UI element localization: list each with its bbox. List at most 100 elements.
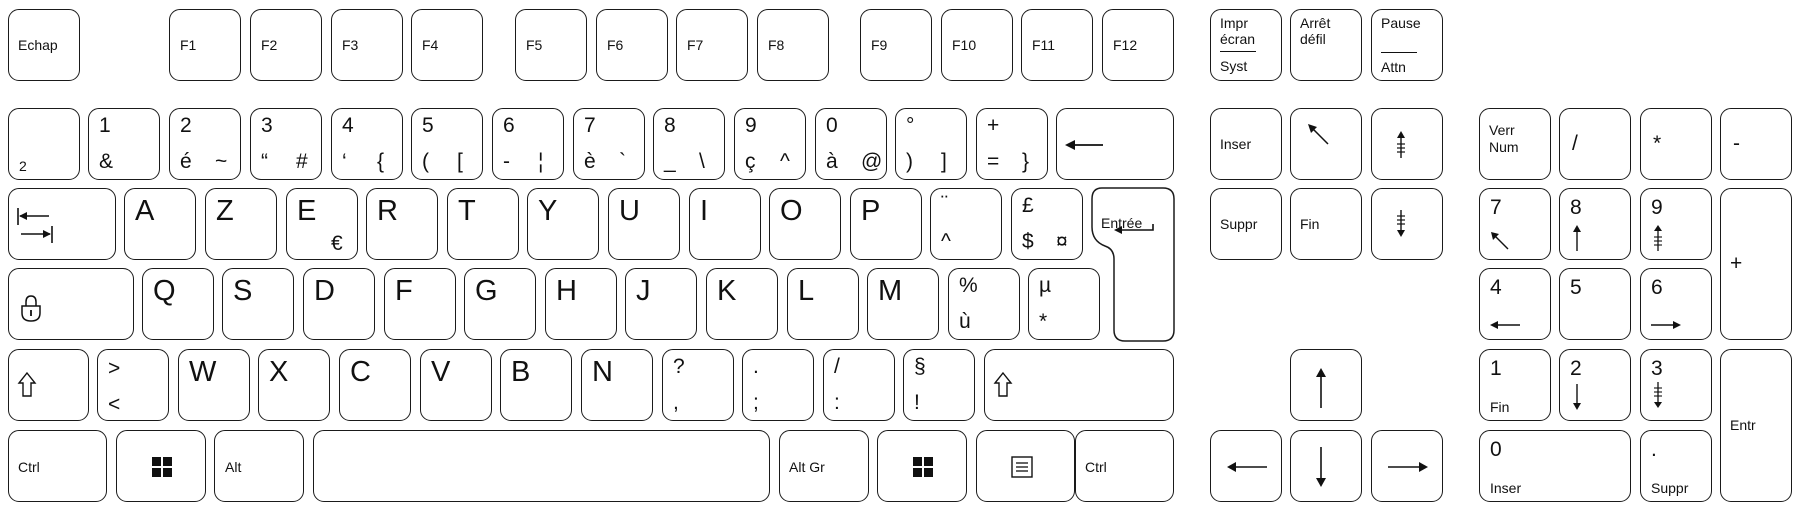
key-x[interactable]: X — [258, 349, 330, 421]
key-f8[interactable]: F8 — [757, 9, 829, 81]
key-5[interactable]: 5 ( [ — [411, 108, 483, 180]
key-p[interactable]: P — [850, 188, 922, 260]
key-t[interactable]: T — [447, 188, 519, 260]
key-f7[interactable]: F7 — [676, 9, 748, 81]
key-f6[interactable]: F6 — [596, 9, 668, 81]
key-f10[interactable]: F10 — [941, 9, 1013, 81]
key-numpad-2[interactable]: 2 — [1559, 349, 1631, 421]
key-superscript-two[interactable]: 2 — [8, 108, 80, 180]
key-2[interactable]: 2 é ~ — [169, 108, 241, 180]
key-escape[interactable]: Echap — [8, 9, 80, 81]
key-j[interactable]: J — [625, 268, 697, 340]
key-angle-brackets[interactable]: > < — [97, 349, 169, 421]
key-exclamation[interactable]: § ! — [903, 349, 975, 421]
key-numpad-multiply[interactable]: * — [1640, 108, 1712, 180]
key-mu[interactable]: µ * — [1028, 268, 1100, 340]
key-f3[interactable]: F3 — [331, 9, 403, 81]
key-h[interactable]: H — [545, 268, 617, 340]
key-insert[interactable]: Inser — [1210, 108, 1282, 180]
key-d[interactable]: D — [303, 268, 375, 340]
key-shift-right[interactable] — [984, 349, 1174, 421]
key-u[interactable]: U — [608, 188, 680, 260]
key-f9[interactable]: F9 — [860, 9, 932, 81]
key-arrow-up[interactable] — [1290, 349, 1362, 421]
key-e[interactable]: E € — [286, 188, 358, 260]
key-4[interactable]: 4 ‘ { — [331, 108, 403, 180]
key-7[interactable]: 7 è ` — [573, 108, 645, 180]
key-end[interactable]: Fin — [1290, 188, 1362, 260]
key-a[interactable]: A — [124, 188, 196, 260]
key-windows-left[interactable] — [116, 430, 206, 502]
key-delete[interactable]: Suppr — [1210, 188, 1282, 260]
key-percent[interactable]: % ù — [948, 268, 1020, 340]
key-numpad-1[interactable]: 1 Fin — [1479, 349, 1551, 421]
key-menu[interactable] — [976, 430, 1075, 502]
key-z[interactable]: Z — [205, 188, 277, 260]
key-print-screen[interactable]: Impr écran Syst — [1210, 9, 1282, 81]
key-semicolon[interactable]: . ; — [742, 349, 814, 421]
key-y[interactable]: Y — [527, 188, 599, 260]
key-comma[interactable]: ? , — [662, 349, 734, 421]
key-space[interactable] — [313, 430, 770, 502]
key-shift-left[interactable] — [8, 349, 89, 421]
key-numpad-plus[interactable]: + — [1720, 188, 1792, 340]
key-scroll-lock[interactable]: Arrêt défil — [1290, 9, 1362, 81]
key-o[interactable]: O — [769, 188, 841, 260]
key-g[interactable]: G — [464, 268, 536, 340]
key-f2[interactable]: F2 — [250, 9, 322, 81]
key-numpad-9[interactable]: 9 — [1640, 188, 1712, 260]
key-windows-right[interactable] — [877, 430, 967, 502]
key-f12[interactable]: F12 — [1102, 9, 1174, 81]
key-arrow-left[interactable] — [1210, 430, 1282, 502]
key-numpad-decimal[interactable]: . Suppr — [1640, 430, 1712, 502]
key-n[interactable]: N — [581, 349, 653, 421]
key-l[interactable]: L — [787, 268, 859, 340]
key-plus-equals[interactable]: + = } — [976, 108, 1048, 180]
key-1[interactable]: 1 & — [88, 108, 160, 180]
key-num-lock[interactable]: Verr Num — [1479, 108, 1551, 180]
key-ctrl-right[interactable]: Ctrl — [1075, 430, 1174, 502]
key-pound-dollar[interactable]: £ $ ¤ — [1011, 188, 1083, 260]
key-f[interactable]: F — [384, 268, 456, 340]
key-caps-lock[interactable] — [8, 268, 134, 340]
key-numpad-3[interactable]: 3 — [1640, 349, 1712, 421]
key-page-up[interactable] — [1371, 108, 1443, 180]
key-tab[interactable] — [8, 188, 116, 260]
key-f11[interactable]: F11 — [1021, 9, 1093, 81]
key-numpad-0[interactable]: 0 Inser — [1479, 430, 1631, 502]
key-0[interactable]: 0 à @ — [815, 108, 887, 180]
key-numpad-enter[interactable]: Entr — [1720, 349, 1792, 502]
key-q[interactable]: Q — [142, 268, 214, 340]
key-alt[interactable]: Alt — [214, 430, 304, 502]
key-f1[interactable]: F1 — [169, 9, 241, 81]
key-k[interactable]: K — [706, 268, 778, 340]
key-f4[interactable]: F4 — [411, 9, 483, 81]
key-m[interactable]: M — [867, 268, 939, 340]
key-numpad-5[interactable]: 5 — [1559, 268, 1631, 340]
key-3[interactable]: 3 “ # — [250, 108, 322, 180]
key-9[interactable]: 9 ç ^ — [734, 108, 806, 180]
key-numpad-8[interactable]: 8 — [1559, 188, 1631, 260]
key-home[interactable] — [1290, 108, 1362, 180]
key-backspace[interactable] — [1056, 108, 1174, 180]
key-arrow-right[interactable] — [1371, 430, 1443, 502]
key-i[interactable]: I — [689, 188, 761, 260]
key-page-down[interactable] — [1371, 188, 1443, 260]
key-enter[interactable] — [1090, 187, 1176, 343]
key-f5[interactable]: F5 — [515, 9, 587, 81]
key-v[interactable]: V — [420, 349, 492, 421]
key-w[interactable]: W — [178, 349, 250, 421]
key-6[interactable]: 6 - ¦ — [492, 108, 564, 180]
key-c[interactable]: C — [339, 349, 411, 421]
key-colon[interactable]: / : — [823, 349, 895, 421]
key-numpad-minus[interactable]: - — [1720, 108, 1792, 180]
key-numpad-7[interactable]: 7 — [1479, 188, 1551, 260]
key-arrow-down[interactable] — [1290, 430, 1362, 502]
key-numpad-4[interactable]: 4 — [1479, 268, 1551, 340]
key-numpad-divide[interactable]: / — [1559, 108, 1631, 180]
key-degree[interactable]: ° ) ] — [895, 108, 967, 180]
key-ctrl-left[interactable]: Ctrl — [8, 430, 107, 502]
key-b[interactable]: B — [500, 349, 572, 421]
key-alt-gr[interactable]: Alt Gr — [779, 430, 869, 502]
key-s[interactable]: S — [222, 268, 294, 340]
